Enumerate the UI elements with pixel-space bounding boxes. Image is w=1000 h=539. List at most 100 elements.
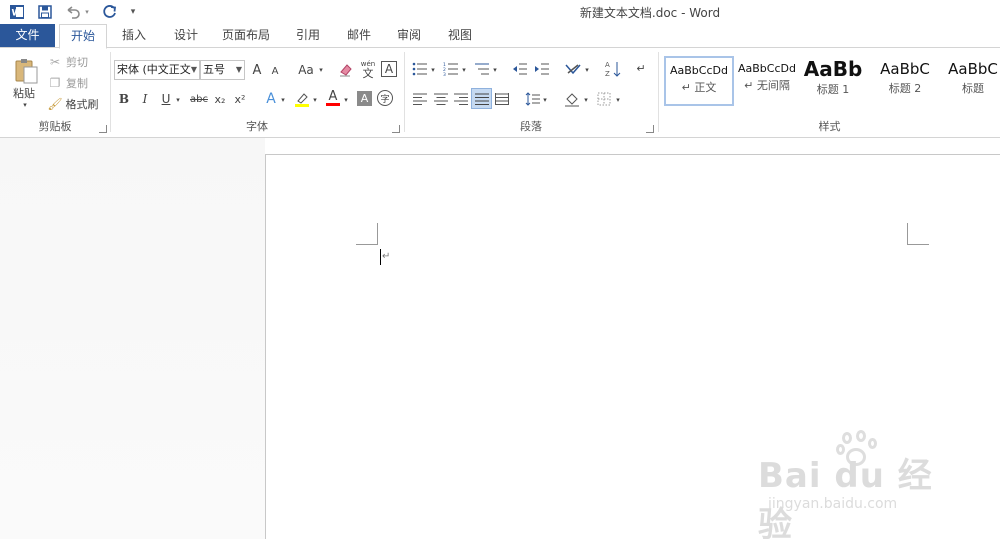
character-border-icon[interactable]: A [381,61,397,77]
multilevel-list-icon[interactable] [473,60,491,78]
paste-dropdown-icon[interactable]: ▾ [20,100,30,110]
underline-dropdown-icon[interactable]: ▾ [174,93,182,107]
bold-button[interactable]: B [117,91,131,107]
format-painter-icon[interactable]: 🖌 [47,97,63,111]
tab-insert[interactable]: 插入 [112,24,156,48]
style-preview: AaBbC [880,60,930,78]
align-right-icon[interactable] [452,90,470,108]
strikethrough-button[interactable]: abc [187,91,211,107]
line-spacing-icon[interactable] [523,90,541,108]
justify-icon[interactable] [471,88,492,109]
font-label: 字体 [246,120,268,133]
style-heading-1[interactable]: AaBb 标题 1 [800,56,866,106]
svg-text:3: 3 [443,72,446,76]
style-name: 标题 2 [888,82,922,95]
underline-button[interactable]: U [159,91,173,107]
change-case-icon[interactable]: Aa [295,61,317,79]
chinese-layout-dropdown-icon[interactable]: ▾ [583,63,591,77]
shading-icon[interactable] [563,90,581,108]
style-heading-2[interactable]: AaBbC 标题 2 [870,56,940,106]
tab-view[interactable]: 视图 [438,24,482,48]
shrink-font-icon[interactable]: A [268,63,282,79]
window-title: 新建文本文档.doc - Word [0,4,1000,21]
align-left-icon[interactable] [411,90,429,108]
clipboard-group: 粘贴 ▾ ✂ 剪切 ❐ 复制 🖌 格式刷 剪贴板 [0,48,110,137]
text-effects-icon[interactable]: A [263,90,279,108]
highlight-icon[interactable] [293,90,311,108]
chinese-layout-icon[interactable] [563,60,583,78]
tab-page-layout[interactable]: 页面布局 [216,24,276,48]
character-shading-icon[interactable]: A [357,91,372,106]
subscript-button[interactable]: x₂ [211,91,229,107]
style-name: 标题 1 [816,83,850,96]
style-normal[interactable]: AaBbCcDd ↵ 正文 [664,56,734,106]
baidu-watermark: Bai du 经验 jingyan.baidu.com [758,430,958,539]
tab-review[interactable]: 审阅 [387,24,431,48]
bullets-icon[interactable] [411,60,429,78]
watermark-url: jingyan.baidu.com [768,496,898,512]
style-preview: AaBb [803,57,863,81]
font-name-combo[interactable]: 宋体 (中文正文 ▼ [114,60,200,80]
style-name: ↵ 无间隔 [744,79,790,92]
font-size-combo[interactable]: 五号 ▼ [200,60,245,80]
copy-button[interactable]: 复制 [63,76,91,90]
copy-icon[interactable]: ❐ [48,76,62,90]
change-case-dropdown-icon[interactable]: ▾ [317,63,325,77]
clear-formatting-icon[interactable] [337,61,355,79]
tab-references[interactable]: 引用 [286,24,330,48]
style-preview: AaBbCcDd [738,62,796,75]
cut-icon[interactable]: ✂ [48,55,62,69]
multilevel-list-dropdown-icon[interactable]: ▾ [491,63,499,77]
sort-icon[interactable]: AZ [604,59,622,79]
enclose-characters-icon[interactable]: 字 [377,90,393,106]
show-hide-marks-icon[interactable]: ↵ [632,59,650,77]
font-color-icon[interactable]: A [325,89,341,107]
borders-icon[interactable] [595,90,613,108]
paragraph-launcher-icon[interactable] [646,125,654,133]
tab-design[interactable]: 设计 [164,24,208,48]
paragraph-mark: ↵ [382,251,391,262]
title-bar: W ▾ ▾ 新建文本文档.doc - Word [0,0,1000,24]
line-spacing-dropdown-icon[interactable]: ▾ [541,93,549,107]
margin-corner-top-left [356,223,378,245]
numbering-dropdown-icon[interactable]: ▾ [460,63,468,77]
highlight-dropdown-icon[interactable]: ▾ [311,93,319,107]
numbering-icon[interactable]: 123 [442,60,460,78]
shading-dropdown-icon[interactable]: ▾ [582,93,590,107]
font-launcher-icon[interactable] [392,125,400,133]
align-center-icon[interactable] [432,90,450,108]
text-effects-dropdown-icon[interactable]: ▾ [279,93,287,107]
styles-group: AaBbCcDd ↵ 正文 AaBbCcDd ↵ 无间隔 AaBb 标题 1 A… [659,48,1000,137]
paste-button[interactable]: 粘贴 [8,86,40,100]
margin-corner-top-right [907,223,929,245]
superscript-button[interactable]: x² [231,91,249,107]
format-painter-button[interactable]: 格式刷 [64,97,100,111]
window-title-text: 新建文本文档.doc - Word [579,6,721,20]
font-color-letter: A [328,89,338,104]
tab-home[interactable]: 开始 [59,24,107,49]
style-title[interactable]: AaBbC 标题 [938,56,1000,106]
phonetic-guide-icon[interactable]: wén 文 [359,59,377,79]
font-name-value: 宋体 (中文正文 [117,63,191,76]
text-cursor [380,249,381,265]
paste-icon[interactable] [8,56,44,86]
grow-font-icon[interactable]: A [249,61,265,79]
distributed-icon[interactable] [493,90,511,108]
styles-label: 样式 [818,120,841,133]
svg-text:Z: Z [605,70,610,78]
paragraph-group: ▾ 123 ▾ ▾ ▾ AZ ↵ ▾ ▾ ▾ 段落 [405,48,657,137]
style-no-spacing[interactable]: AaBbCcDd ↵ 无间隔 [732,56,802,106]
style-preview: AaBbC [948,60,998,78]
italic-button[interactable]: I [138,91,152,107]
font-color-dropdown-icon[interactable]: ▾ [342,93,350,107]
clipboard-launcher-icon[interactable] [99,125,107,133]
cut-button[interactable]: 剪切 [63,55,91,69]
increase-indent-icon[interactable] [533,60,551,78]
style-preview: AaBbCcDd [670,64,728,77]
bullets-dropdown-icon[interactable]: ▾ [429,63,437,77]
ribbon: 粘贴 ▾ ✂ 剪切 ❐ 复制 🖌 格式刷 剪贴板 宋体 (中文正文 ▼ 五号 ▼… [0,47,1000,138]
tab-file[interactable]: 文件 [0,24,55,48]
tab-mailings[interactable]: 邮件 [337,24,381,48]
decrease-indent-icon[interactable] [511,60,529,78]
borders-dropdown-icon[interactable]: ▾ [614,93,622,107]
